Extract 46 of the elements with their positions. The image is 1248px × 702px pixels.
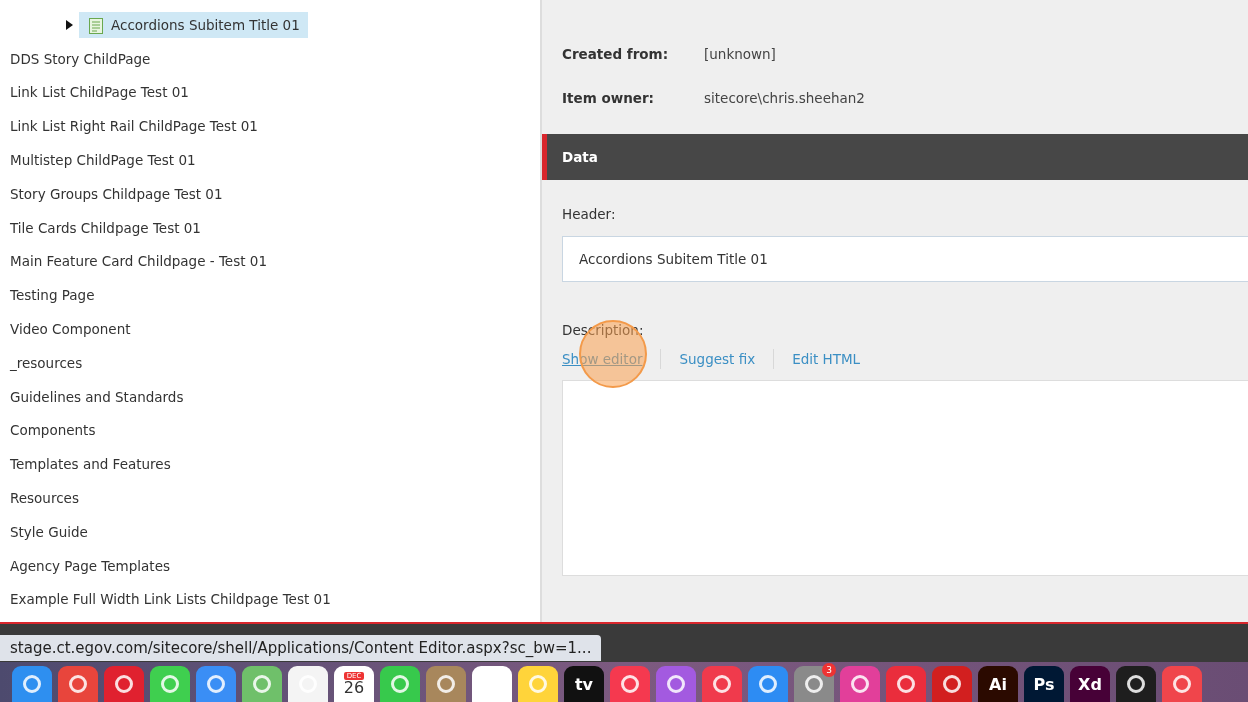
expand-arrow-icon[interactable] [66,19,73,30]
info-label: Item owner: [562,90,655,106]
header-input[interactable]: Accordions Subitem Title 01 [562,236,1248,282]
tree-item[interactable]: _resources [10,354,83,371]
section-header[interactable]: Data [542,134,1248,180]
field-label: Header: [562,206,617,222]
notification-badge: 3 [822,663,836,677]
tree-item[interactable]: Templates and Features [10,456,171,473]
calendar-day: 26 [343,680,365,696]
app-letters: Ps [1033,674,1055,694]
tree-item[interactable]: Video Component [10,321,131,338]
tree-item[interactable]: Link List ChildPage Test 01 [10,84,189,101]
document-icon [89,17,103,34]
tree-item[interactable]: Resources [10,490,79,507]
dock-app-icon[interactable] [58,666,98,702]
tree-item[interactable]: Guidelines and Standards [10,388,184,405]
tree-item[interactable]: Tile Cards Childpage Test 01 [10,219,201,236]
info-value: sitecore\chris.sheehan2 [704,90,865,106]
tree-item[interactable]: Main Feature Card Childpage - Test 01 [10,253,267,270]
tree-item[interactable]: Agency Page Templates [10,557,170,574]
info-label: Created from: [562,46,670,62]
tree-item[interactable]: Accordions Subitem Title 01 [79,11,308,38]
dock-app-icon[interactable] [12,666,52,702]
status-url: stage.ct.egov.com/sitecore/shell/Applications/Content Editor.aspx?sc_bw=1... [0,635,602,661]
dock-app-icon[interactable] [1116,666,1156,702]
tree-item[interactable]: Example Full Width Link Lists Childpage Test 01 [10,591,331,608]
dock-app[interactable]: Ps [1024,666,1064,702]
app-letters: tv [574,674,594,694]
dock-app[interactable]: tv [564,666,604,702]
dock-app-icon[interactable] [1162,666,1202,702]
info-value: [unknown] [704,46,776,62]
dock-app[interactable]: Xd [1070,666,1110,702]
dock-app-icon[interactable] [104,666,144,702]
tree-item[interactable]: Link List Right Rail ChildPage Test 01 [10,118,258,135]
app-letters: Xd [1078,674,1102,694]
dock-app-icon[interactable] [196,666,236,702]
tree-item[interactable]: Components [10,422,96,439]
tree-item[interactable]: Style Guide [10,523,88,540]
tree-item[interactable]: Story Groups Childpage Test 01 [10,185,223,202]
dock-app[interactable]: Ai [978,666,1018,702]
tree-item[interactable]: DDS Story ChildPage [10,50,151,67]
dock-app-icon[interactable]: 3 [794,666,834,702]
tree-item[interactable]: Testing Page [10,287,95,304]
dock-app-icon[interactable] [150,666,190,702]
tree-item[interactable]: Multistep ChildPage Test 01 [10,152,196,169]
app-letters: Ai [989,674,1007,694]
